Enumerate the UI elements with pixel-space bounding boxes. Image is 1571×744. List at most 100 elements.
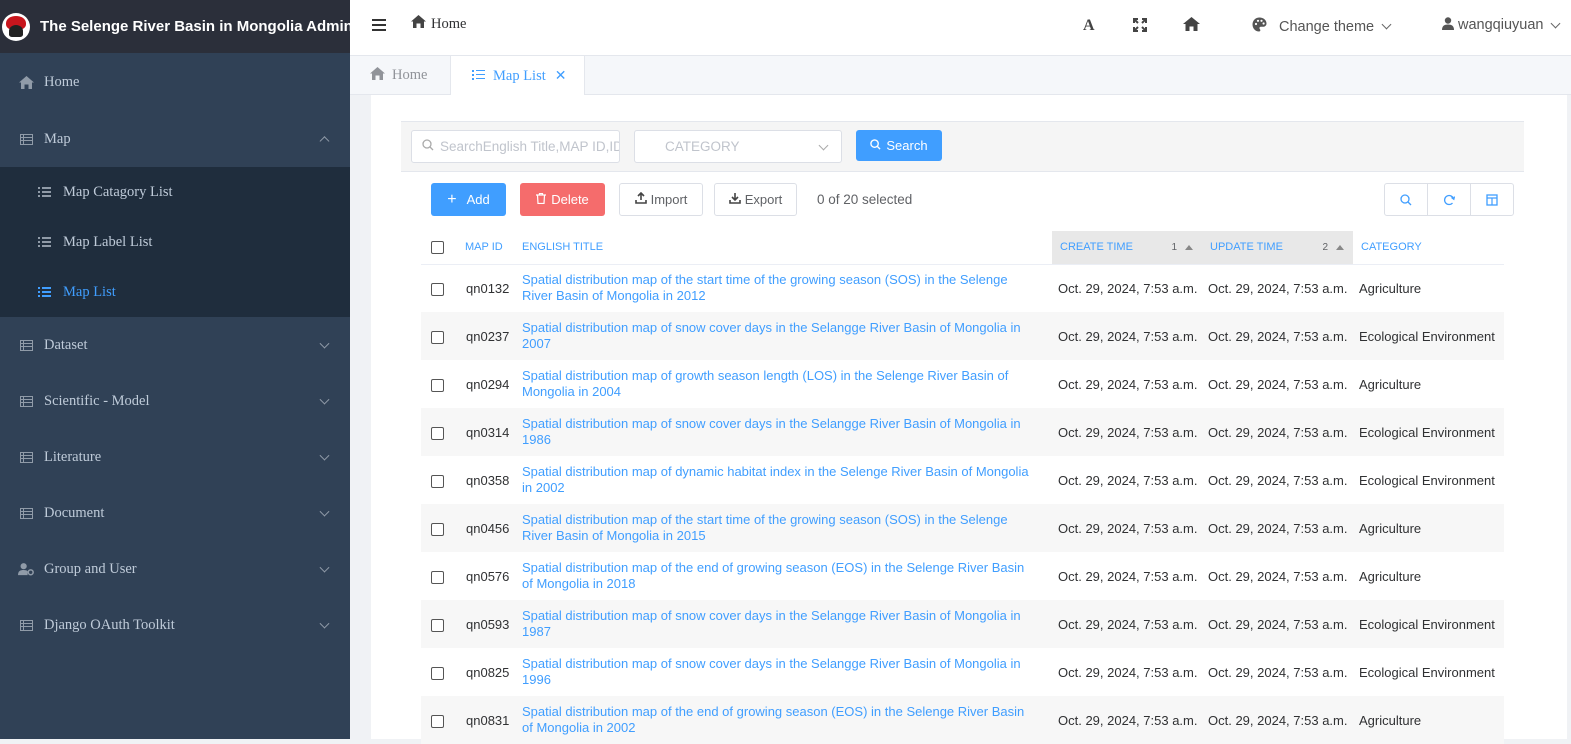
row-checkbox[interactable] bbox=[431, 378, 444, 392]
table-row: qn0576 Spatial distribution map of the e… bbox=[421, 552, 1504, 600]
sidebar-item-scientific-model[interactable]: Scientific - Model bbox=[0, 373, 350, 429]
col-update-time[interactable]: UPDATE TIME 2 bbox=[1202, 231, 1353, 265]
search-field[interactable] bbox=[411, 130, 620, 163]
sort-asc-icon bbox=[1185, 245, 1193, 250]
breadcrumb-home[interactable]: Home bbox=[431, 16, 466, 33]
col-map-id[interactable]: MAP ID bbox=[457, 231, 514, 265]
palette-icon bbox=[1252, 17, 1267, 36]
list-icon bbox=[38, 187, 52, 197]
category-cell: Agriculture bbox=[1353, 264, 1504, 312]
import-button[interactable]: Import bbox=[619, 183, 703, 216]
row-checkbox[interactable] bbox=[431, 330, 444, 344]
sidebar-item-django-oauth-toolkit[interactable]: Django OAuth Toolkit bbox=[0, 597, 350, 653]
hamburger-icon[interactable] bbox=[372, 19, 386, 31]
sidebar-item-label: Dataset bbox=[44, 336, 88, 353]
col-update-time-label: UPDATE TIME bbox=[1210, 241, 1283, 254]
table-row: qn0593 Spatial distribution map of snow … bbox=[421, 600, 1504, 648]
user-dropdown[interactable]: wangqiuyuan bbox=[1442, 17, 1561, 33]
sidebar-item-map-category-list[interactable]: Map Catagory List bbox=[0, 167, 350, 217]
map-id-cell: qn0237 bbox=[457, 312, 514, 360]
sidebar-item-map-label-list[interactable]: Map Label List bbox=[0, 217, 350, 267]
sidebar-item-map[interactable]: Map bbox=[0, 111, 350, 167]
table-row: qn0294 Spatial distribution map of growt… bbox=[421, 360, 1504, 408]
select-all-checkbox[interactable] bbox=[431, 240, 444, 254]
col-english-title[interactable]: ENGLISH TITLE bbox=[514, 231, 1052, 265]
trash-icon bbox=[536, 192, 547, 207]
row-checkbox[interactable] bbox=[431, 282, 444, 296]
change-theme-dropdown[interactable]: Change theme bbox=[1252, 17, 1392, 36]
title-link[interactable]: Spatial distribution map of the end of g… bbox=[522, 704, 1052, 736]
row-checkbox[interactable] bbox=[431, 666, 444, 680]
breadcrumb: Home bbox=[411, 15, 466, 33]
category-cell: Ecological Environment bbox=[1353, 312, 1504, 360]
col-category[interactable]: CATEGORY bbox=[1353, 231, 1504, 265]
fullscreen-icon[interactable] bbox=[1133, 18, 1147, 36]
add-button-label: Add bbox=[466, 192, 490, 207]
tab-home[interactable]: Home bbox=[370, 56, 427, 95]
title-cell: Spatial distribution map of the start ti… bbox=[514, 504, 1052, 552]
sidebar-item-group-and-user[interactable]: Group and User bbox=[0, 541, 350, 597]
add-button[interactable]: + Add bbox=[431, 183, 506, 216]
logo bbox=[2, 12, 30, 41]
row-checkbox[interactable] bbox=[431, 426, 444, 440]
plus-icon: + bbox=[447, 190, 457, 208]
title-link[interactable]: Spatial distribution map of growth seaso… bbox=[522, 368, 1052, 400]
table-row: qn0825 Spatial distribution map of snow … bbox=[421, 648, 1504, 696]
title-link[interactable]: Spatial distribution map of snow cover d… bbox=[522, 656, 1052, 688]
row-checkbox[interactable] bbox=[431, 474, 444, 488]
row-checkbox[interactable] bbox=[431, 714, 444, 728]
category-cell: Ecological Environment bbox=[1353, 456, 1504, 504]
row-checkbox[interactable] bbox=[431, 522, 444, 536]
delete-button[interactable]: Delete bbox=[520, 183, 605, 216]
user-icon bbox=[1442, 17, 1454, 33]
category-cell: Agriculture bbox=[1353, 696, 1504, 744]
row-select-cell bbox=[421, 264, 457, 312]
sidebar-item-dataset[interactable]: Dataset bbox=[0, 317, 350, 373]
select-all-header bbox=[421, 231, 457, 265]
title-link[interactable]: Spatial distribution map of snow cover d… bbox=[522, 320, 1052, 352]
home-icon[interactable] bbox=[1183, 17, 1200, 35]
search-button-label: Search bbox=[886, 138, 928, 153]
row-checkbox[interactable] bbox=[431, 570, 444, 584]
font-size-icon[interactable]: A bbox=[1083, 17, 1095, 35]
search-button[interactable]: Search bbox=[856, 130, 942, 161]
category-cell: Agriculture bbox=[1353, 360, 1504, 408]
close-icon[interactable]: ✕ bbox=[555, 68, 567, 85]
table-row: qn0831 Spatial distribution map of the e… bbox=[421, 696, 1504, 744]
sidebar-item-home[interactable]: Home bbox=[0, 53, 350, 111]
title-link[interactable]: Spatial distribution map of the start ti… bbox=[522, 512, 1052, 544]
row-select-cell bbox=[421, 456, 457, 504]
title-cell: Spatial distribution map of the end of g… bbox=[514, 552, 1052, 600]
sidebar-item-map-list[interactable]: Map List bbox=[0, 267, 350, 317]
search-input[interactable] bbox=[440, 139, 619, 154]
list-icon bbox=[472, 68, 485, 85]
row-select-cell bbox=[421, 552, 457, 600]
upload-icon bbox=[634, 191, 647, 207]
export-button-label: Export bbox=[744, 192, 783, 207]
sidebar-item-document[interactable]: Document bbox=[0, 485, 350, 541]
user-gear-icon bbox=[18, 561, 34, 577]
col-create-time[interactable]: CREATE TIME 1 bbox=[1052, 231, 1202, 265]
map-id-cell: qn0294 bbox=[457, 360, 514, 408]
table-row: qn0237 Spatial distribution map of snow … bbox=[421, 312, 1504, 360]
tab-map-list[interactable]: Map List ✕ bbox=[450, 56, 585, 96]
sidebar-item-literature[interactable]: Literature bbox=[0, 429, 350, 485]
title-link[interactable]: Spatial distribution map of snow cover d… bbox=[522, 416, 1052, 448]
columns-icon[interactable] bbox=[1471, 184, 1513, 215]
title-link[interactable]: Spatial distribution map of dynamic habi… bbox=[522, 464, 1052, 496]
sidebar-item-label: Document bbox=[44, 504, 105, 521]
title-link[interactable]: Spatial distribution map of the start ti… bbox=[522, 272, 1052, 304]
category-select[interactable]: CATEGORY bbox=[634, 130, 842, 163]
row-checkbox[interactable] bbox=[431, 618, 444, 632]
search-toggle-icon[interactable] bbox=[1385, 184, 1428, 215]
title-link[interactable]: Spatial distribution map of snow cover d… bbox=[522, 608, 1052, 640]
username: wangqiuyuan bbox=[1458, 17, 1544, 33]
update-time-cell: Oct. 29, 2024, 7:53 a.m. bbox=[1202, 600, 1353, 648]
export-button[interactable]: Export bbox=[714, 183, 797, 216]
sidebar-item-label: Map bbox=[44, 130, 71, 147]
title-link[interactable]: Spatial distribution map of the end of g… bbox=[522, 560, 1052, 592]
chevron-down-icon bbox=[319, 394, 330, 405]
refresh-icon[interactable] bbox=[1428, 184, 1471, 215]
create-time-cell: Oct. 29, 2024, 7:53 a.m. bbox=[1052, 456, 1202, 504]
update-time-cell: Oct. 29, 2024, 7:53 a.m. bbox=[1202, 456, 1353, 504]
